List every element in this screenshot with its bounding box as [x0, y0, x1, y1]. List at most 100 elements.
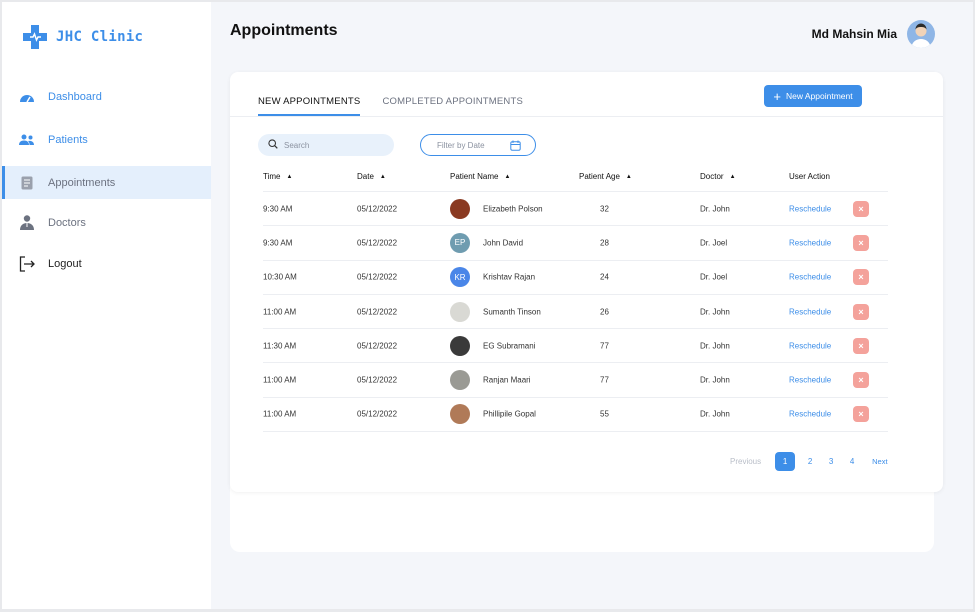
patient-avatar — [450, 301, 470, 322]
cell-patient-age: 32 — [600, 204, 609, 214]
cell-time: 9:30 AM — [263, 204, 293, 214]
logout-icon — [18, 255, 36, 273]
page-button-4[interactable]: 4 — [845, 457, 859, 466]
sidebar-item-label: Logout — [48, 257, 82, 270]
table-row: 10:30 AM 05/12/2022 KR Krishtav Rajan 24 Dr. … — [263, 261, 888, 295]
cancel-appointment-icon[interactable]: × — [853, 303, 869, 320]
cancel-appointment-icon[interactable]: × — [853, 269, 869, 286]
sidebar-item-label: Doctors — [48, 216, 86, 229]
sort-icon: ▲ — [286, 173, 293, 180]
cell-date: 05/12/2022 — [357, 375, 398, 385]
filter-by-date[interactable]: Filter by Date — [420, 134, 536, 156]
cell-doctor: Dr. John — [700, 409, 730, 419]
sidebar-item-logout[interactable]: Logout — [2, 247, 211, 280]
table-row: 11:00 AM 05/12/2022 Ranjan Maari 77 Dr. John… — [263, 363, 888, 398]
cell-doctor: Dr. John — [700, 307, 730, 317]
patient-avatar: EP — [450, 232, 470, 253]
reschedule-link[interactable]: Reschedule — [789, 376, 831, 385]
clinic-logo-icon — [22, 24, 48, 50]
cell-doctor: Dr. John — [700, 341, 730, 351]
reschedule-link[interactable]: Reschedule — [789, 204, 831, 213]
cancel-appointment-icon[interactable]: × — [853, 337, 869, 354]
cell-patient-age: 28 — [600, 238, 609, 248]
column-header-patient-age[interactable]: Patient Age ▲ — [579, 172, 632, 181]
patient-avatar — [450, 335, 470, 356]
cell-patient-name: Phillipile Gopal — [483, 409, 536, 419]
table-row: 9:30 AM 05/12/2022 EP John David 28 Dr. Joel R… — [263, 226, 888, 261]
sidebar-item-label: Patients — [48, 133, 88, 146]
cancel-appointment-icon[interactable]: × — [853, 372, 869, 389]
appointments-card: NEW APPOINTMENTS COMPLETED APPOINTMENTS … — [230, 72, 943, 492]
table-row: 11:00 AM 05/12/2022 Phillipile Gopal 55 Dr. … — [263, 398, 888, 433]
app-frame: JHC Clinic Dashboard Patients Appointmen… — [2, 2, 973, 609]
sidebar-item-patients[interactable]: Patients — [2, 123, 211, 156]
cell-time: 11:00 AM — [263, 409, 297, 419]
sidebar: JHC Clinic Dashboard Patients Appointmen… — [2, 2, 211, 609]
cell-patient-name: Krishtav Rajan — [483, 272, 536, 282]
cell-patient-name: John David — [483, 238, 524, 248]
reschedule-link[interactable]: Reschedule — [789, 341, 831, 350]
brand[interactable]: JHC Clinic — [22, 24, 143, 50]
doctor-icon — [18, 214, 36, 232]
cell-date: 05/12/2022 — [357, 341, 398, 351]
table-row: 11:00 AM 05/12/2022 Sumanth Tinson 26 Dr. Jo… — [263, 295, 888, 330]
cell-date: 05/12/2022 — [357, 238, 398, 248]
cell-patient-age: 77 — [600, 375, 609, 385]
column-header-patient-name[interactable]: Patient Name ▲ — [450, 172, 510, 181]
patient-avatar — [450, 198, 470, 219]
avatar[interactable] — [907, 20, 935, 48]
cancel-appointment-icon[interactable]: × — [853, 200, 869, 217]
previous-page-button[interactable]: Previous — [730, 457, 761, 466]
cell-doctor: Dr. Joel — [700, 238, 728, 248]
cell-time: 10:30 AM — [263, 272, 297, 282]
reschedule-link[interactable]: Reschedule — [789, 273, 831, 282]
patient-avatar — [450, 370, 470, 391]
cell-doctor: Dr. John — [700, 204, 730, 214]
cell-date: 05/12/2022 — [357, 409, 398, 419]
cell-patient-age: 24 — [600, 272, 609, 282]
new-appointment-button[interactable]: + New Appointment — [764, 85, 862, 107]
sort-icon: ▲ — [625, 173, 632, 180]
sort-icon: ▲ — [729, 173, 736, 180]
tab-completed-appointments[interactable]: COMPLETED APPOINTMENTS — [382, 96, 523, 116]
reschedule-link[interactable]: Reschedule — [789, 307, 831, 316]
page-button-2[interactable]: 2 — [803, 457, 817, 466]
search-box[interactable] — [258, 134, 394, 156]
column-header-user-action: User Action — [789, 172, 830, 181]
cell-date: 05/12/2022 — [357, 272, 398, 282]
column-header-date[interactable]: Date ▲ — [357, 172, 386, 181]
cancel-appointment-icon[interactable]: × — [853, 406, 869, 423]
cell-doctor: Dr. John — [700, 375, 730, 385]
table-body: 9:30 AM 05/12/2022 Elizabeth Polson 32 Dr. J… — [263, 192, 888, 433]
sidebar-item-doctors[interactable]: Doctors — [2, 206, 211, 239]
pagination: Previous 1 2 3 4 Next — [730, 452, 900, 471]
tab-new-appointments[interactable]: NEW APPOINTMENTS — [258, 96, 361, 116]
column-header-doctor[interactable]: Doctor ▲ — [700, 172, 736, 181]
sidebar-item-label: Dashboard — [48, 90, 102, 103]
user-profile[interactable]: Md Mahsin Mia — [812, 20, 935, 48]
cell-time: 11:00 AM — [263, 375, 297, 385]
sidebar-item-dashboard[interactable]: Dashboard — [2, 80, 211, 113]
sort-icon: ▲ — [504, 173, 511, 180]
next-page-button[interactable]: Next — [872, 457, 887, 466]
tab-divider — [230, 116, 943, 117]
column-header-time[interactable]: Time ▲ — [263, 172, 292, 181]
table-header: Time ▲ Date ▲ Patient Name ▲ Patient Age ▲ D… — [263, 172, 888, 192]
cell-patient-name: Sumanth Tinson — [483, 307, 541, 317]
plus-icon: + — [773, 88, 781, 104]
patients-icon — [18, 131, 36, 149]
reschedule-link[interactable]: Reschedule — [789, 238, 831, 247]
search-input[interactable] — [284, 140, 384, 150]
cancel-appointment-icon[interactable]: × — [853, 234, 869, 251]
new-appointment-label: New Appointment — [785, 91, 853, 101]
brand-name: JHC Clinic — [56, 29, 144, 45]
user-name: Md Mahsin Mia — [811, 27, 897, 41]
sidebar-nav: Dashboard Patients Appointments Doctors — [2, 80, 211, 280]
sidebar-item-appointments[interactable]: Appointments — [2, 166, 211, 199]
table-row: 9:30 AM 05/12/2022 Elizabeth Polson 32 Dr. J… — [263, 192, 888, 227]
page-button-3[interactable]: 3 — [824, 457, 838, 466]
page-button-1[interactable]: 1 — [775, 452, 796, 471]
sort-icon: ▲ — [379, 173, 386, 180]
reschedule-link[interactable]: Reschedule — [789, 410, 831, 419]
cell-patient-name: Elizabeth Polson — [483, 204, 543, 214]
